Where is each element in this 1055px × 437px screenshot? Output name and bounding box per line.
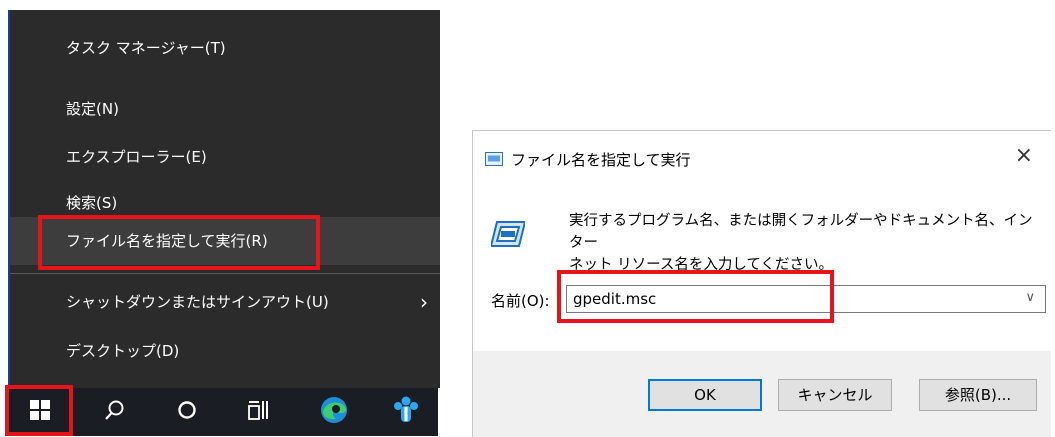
task-view-icon — [247, 399, 269, 425]
cancel-button[interactable]: キャンセル — [778, 379, 892, 411]
dialog-description: 実行するプログラム名、または開くフォルダーやドキュメント名、インター ネット リ… — [569, 210, 1039, 276]
menu-item-shutdown-label: シャットダウンまたはサインアウト(U) — [66, 293, 329, 311]
winx-context-menu: タスク マネージャー(T) 設定(N) エクスプローラー(E) 検索(S) ファ… — [8, 10, 440, 388]
highlight-run-menu-item — [38, 215, 320, 270]
menu-item-settings[interactable]: 設定(N) — [10, 85, 440, 133]
chevron-right-icon: › — [420, 290, 428, 314]
ok-button[interactable]: OK — [648, 379, 762, 411]
menu-separator — [10, 273, 440, 274]
menu-item-task-manager[interactable]: タスク マネージャー(T) — [10, 24, 440, 72]
highlight-start-button — [5, 385, 73, 436]
description-line-1: 実行するプログラム名、または開くフォルダーやドキュメント名、インター — [569, 213, 1033, 251]
cortana-icon — [176, 399, 198, 425]
app-icon — [391, 395, 421, 429]
run-title-icon — [485, 151, 503, 170]
taskbar-search-button[interactable] — [91, 388, 139, 436]
menu-item-desktop[interactable]: デスクトップ(D) — [10, 327, 440, 375]
dialog-title: ファイル名を指定して実行 — [511, 151, 691, 169]
search-icon — [104, 399, 126, 425]
run-program-icon — [489, 219, 527, 253]
cortana-button[interactable] — [163, 388, 211, 436]
edge-button[interactable] — [310, 388, 358, 436]
edge-icon — [319, 395, 349, 429]
chevron-down-icon[interactable]: ∨ — [1025, 290, 1035, 305]
close-icon[interactable]: × — [1015, 143, 1033, 168]
name-label: 名前(O): — [491, 292, 550, 310]
app-button[interactable] — [382, 388, 430, 436]
menu-item-shutdown[interactable]: シャットダウンまたはサインアウト(U) › — [10, 278, 440, 326]
highlight-name-input — [557, 270, 834, 323]
task-view-button[interactable] — [234, 388, 282, 436]
browse-button[interactable]: 参照(B)... — [919, 379, 1037, 411]
menu-item-explorer[interactable]: エクスプローラー(E) — [10, 133, 440, 181]
